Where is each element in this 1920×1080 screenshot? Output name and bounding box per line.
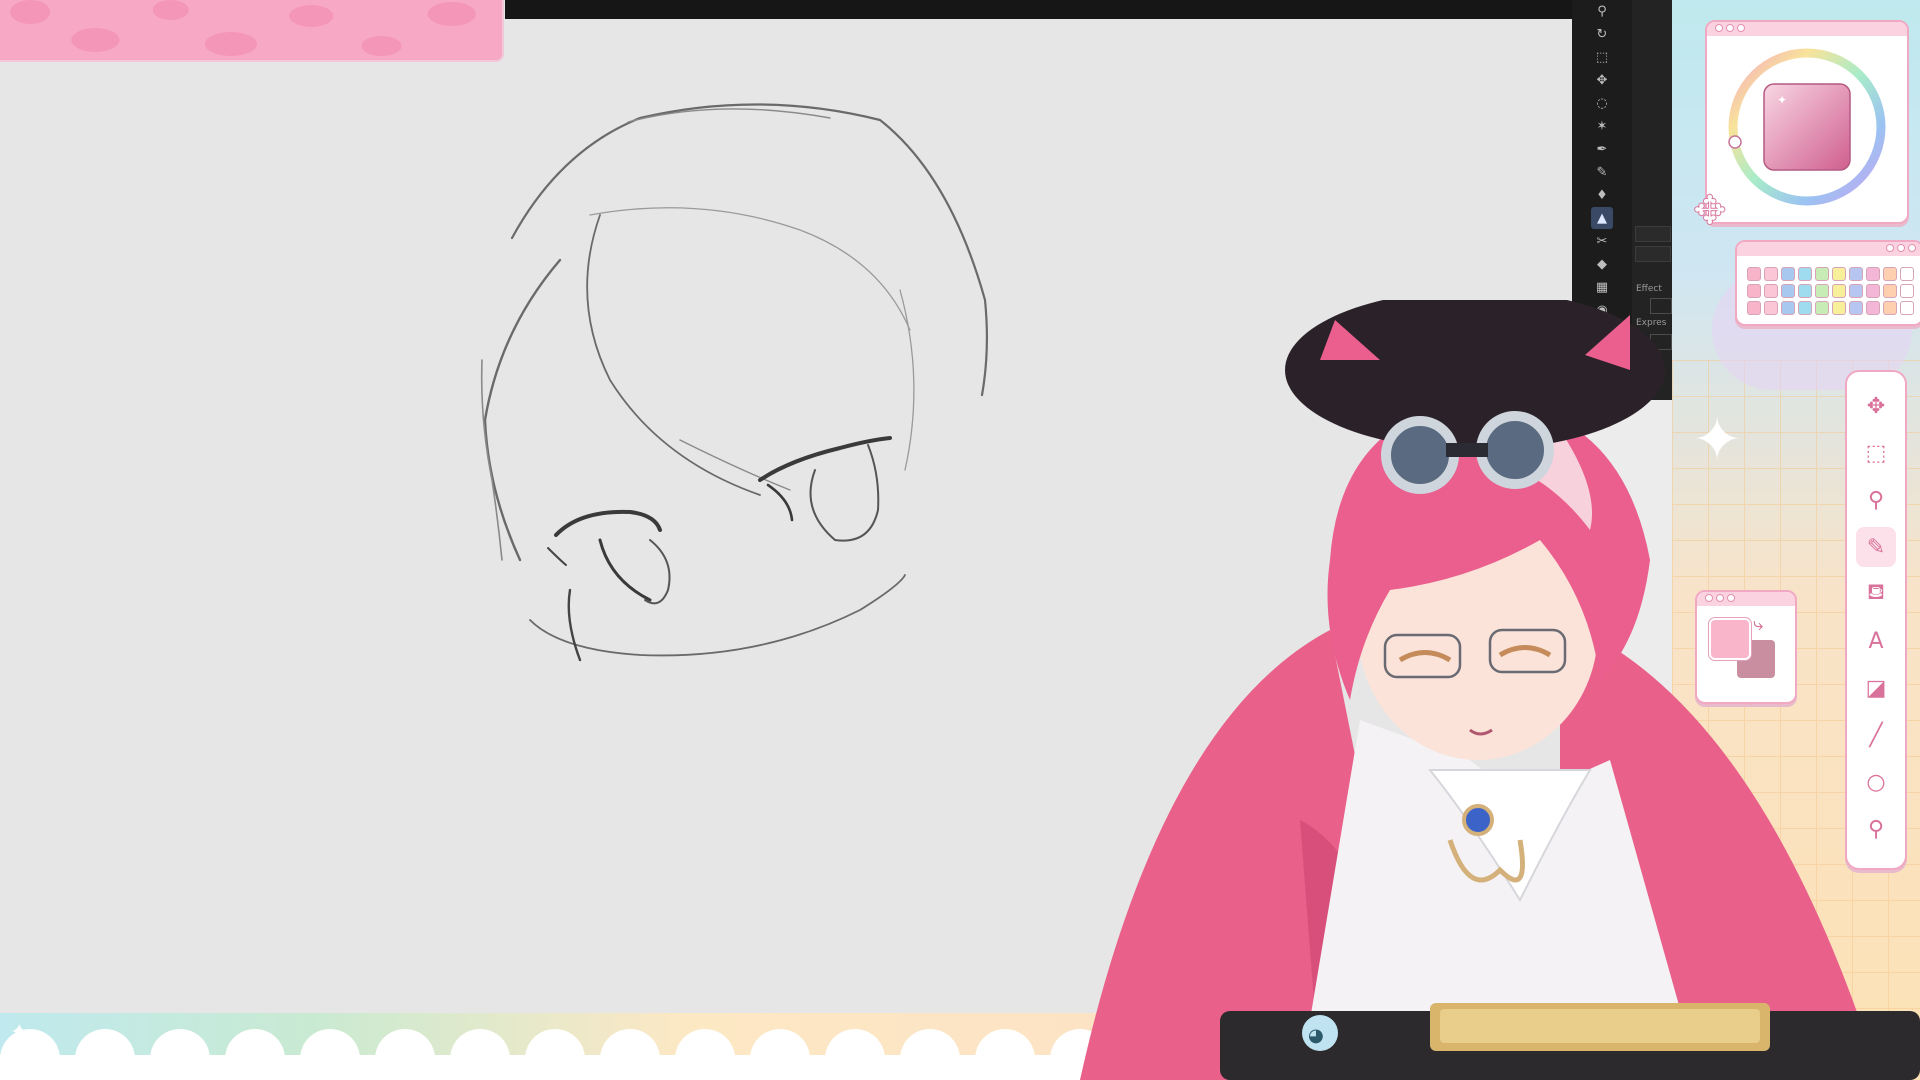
effect-label: Effect [1636, 284, 1662, 294]
palette-swatch[interactable] [1764, 267, 1778, 281]
lasso-icon[interactable]: ◌ [1591, 92, 1613, 114]
svg-text:◕: ◕ [1308, 1025, 1324, 1046]
palette-swatch[interactable] [1815, 284, 1829, 298]
move-icon[interactable]: ✥ [1591, 69, 1613, 91]
zoom-icon[interactable]: ⚲ [1591, 0, 1613, 22]
decoration-icon[interactable]: ✂ [1591, 230, 1613, 252]
palette-swatch[interactable] [1798, 284, 1812, 298]
palette-swatch[interactable] [1781, 267, 1795, 281]
palette-swatch[interactable] [1883, 284, 1897, 298]
magic-wand-icon[interactable]: ✶ [1591, 115, 1613, 137]
palette-swatch[interactable] [1832, 284, 1846, 298]
palette-swatch[interactable] [1866, 284, 1880, 298]
color-wheel[interactable]: ✦ [1707, 36, 1903, 218]
panel-slot[interactable] [1635, 226, 1671, 242]
palette-swatch[interactable] [1747, 284, 1761, 298]
color-wheel-window: ✦ [1705, 20, 1909, 224]
desk-with-tablet: ◕ [1220, 1003, 1920, 1080]
pen-icon[interactable]: ✒ [1591, 138, 1613, 160]
brush-icon[interactable]: ♦ [1591, 184, 1613, 206]
palette-swatch[interactable] [1832, 267, 1846, 281]
move-cursor-icon: ✥ [1693, 188, 1728, 235]
eraser-icon[interactable]: ◆ [1591, 253, 1613, 275]
palette-swatch[interactable] [1781, 284, 1795, 298]
palette-swatch[interactable] [1900, 284, 1914, 298]
svg-text:✦: ✦ [10, 1020, 28, 1045]
palette-swatch[interactable] [1798, 267, 1812, 281]
palette-swatch[interactable] [1883, 267, 1897, 281]
panel-slot[interactable] [1635, 246, 1671, 262]
vtuber-avatar [1080, 300, 1880, 1080]
palette-swatch[interactable] [1849, 267, 1863, 281]
object-icon[interactable]: ⬚ [1591, 46, 1613, 68]
palette-swatch[interactable] [1815, 267, 1829, 281]
palette-swatch[interactable] [1866, 267, 1880, 281]
palette-swatch[interactable] [1764, 284, 1778, 298]
palette-swatch[interactable] [1900, 267, 1914, 281]
palette-swatch[interactable] [1747, 267, 1761, 281]
airbrush-icon[interactable]: ▲ [1591, 207, 1613, 229]
pencil-icon[interactable]: ✎ [1591, 161, 1613, 183]
frame-border-icon[interactable]: ▦ [1591, 276, 1613, 298]
svg-text:✦: ✦ [1777, 93, 1787, 107]
rotate-icon[interactable]: ↻ [1591, 23, 1613, 45]
palette-swatch[interactable] [1849, 284, 1863, 298]
